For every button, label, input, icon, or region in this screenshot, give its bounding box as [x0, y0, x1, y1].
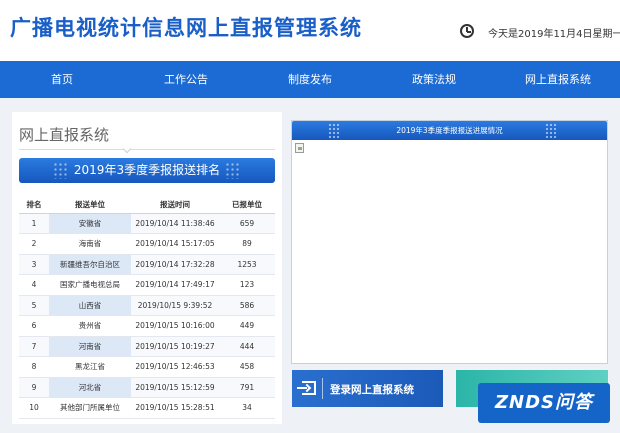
- cell-time: 2019/10/14 15:17:05: [131, 233, 219, 255]
- cell-count: 586: [219, 295, 275, 316]
- nav-item-home[interactable]: 首页: [0, 61, 124, 98]
- title-divider: [19, 149, 275, 150]
- ranking-table: 排名 报送单位 报送时间 已报单位 1 安徽省 2019/10/14 11:38:4…: [19, 196, 275, 419]
- cell-rank: 7: [19, 336, 49, 357]
- column-header-count: 已报单位: [219, 196, 275, 214]
- progress-panel-header: 2019年3季度季报报送进展情况: [292, 121, 607, 140]
- cell-rank: 10: [19, 397, 49, 419]
- login-button-label: 登录网上直报系统: [330, 384, 414, 396]
- cell-count: 89: [219, 233, 275, 255]
- column-header-time: 报送时间: [131, 196, 219, 214]
- dots-decoration-icon: [53, 162, 69, 179]
- table-row: 9 河北省 2019/10/15 15:12:59 791: [19, 377, 275, 398]
- broken-image-icon: [295, 143, 304, 153]
- progress-panel: 2019年3季度季报报送进展情况: [291, 120, 608, 364]
- cell-count: 34: [219, 397, 275, 419]
- table-row: 5 山西省 2019/10/15 9:39:52 586: [19, 295, 275, 316]
- progress-panel-title: 2019年3季度季报报送进展情况: [396, 126, 503, 135]
- cell-count: 791: [219, 377, 275, 398]
- table-row: 6 贵州省 2019/10/15 10:16:00 449: [19, 315, 275, 337]
- dots-decoration-icon: [225, 162, 241, 179]
- ranking-banner: 2019年3季度季报报送排名: [19, 158, 275, 183]
- cell-rank: 8: [19, 356, 49, 378]
- table-row: 2 海南省 2019/10/14 15:17:05 89: [19, 233, 275, 255]
- table-row: 8 黑龙江省 2019/10/15 12:46:53 458: [19, 356, 275, 378]
- cell-rank: 4: [19, 274, 49, 296]
- table-row: 1 安徽省 2019/10/14 11:38:46 659: [19, 213, 275, 234]
- login-online-report-button[interactable]: 登录网上直报系统: [292, 370, 443, 407]
- ranking-panel: 网上直报系统 2019年3季度季报报送排名 排名 报送单位 报送时间 已报单位 …: [12, 112, 282, 424]
- cell-count: 458: [219, 356, 275, 378]
- table-header-row: 排名 报送单位 报送时间 已报单位: [19, 196, 275, 214]
- cell-time: 2019/10/14 17:32:28: [131, 254, 219, 275]
- cell-rank: 3: [19, 254, 49, 275]
- cell-time: 2019/10/14 17:49:17: [131, 274, 219, 296]
- nav-item-announcements[interactable]: 工作公告: [124, 61, 248, 98]
- cell-time: 2019/10/15 15:28:51: [131, 397, 219, 419]
- cell-time: 2019/10/14 11:38:46: [131, 213, 219, 234]
- nav-item-policies[interactable]: 政策法规: [372, 61, 496, 98]
- login-icon: [297, 381, 316, 395]
- cell-time: 2019/10/15 9:39:52: [131, 295, 219, 316]
- column-header-rank: 排名: [19, 196, 49, 214]
- cell-rank: 9: [19, 377, 49, 398]
- table-row: 10 其他部门所属单位 2019/10/15 15:28:51 34: [19, 397, 275, 419]
- cell-unit: 河南省: [49, 336, 131, 357]
- column-header-unit: 报送单位: [49, 196, 131, 214]
- cell-count: 659: [219, 213, 275, 234]
- dots-decoration-icon: [545, 123, 557, 138]
- ranking-banner-label: 2019年3季度季报报送排名: [73, 163, 221, 177]
- cell-count: 449: [219, 315, 275, 337]
- current-date: 今天是2019年11月4日星期一: [488, 29, 620, 40]
- cell-time: 2019/10/15 15:12:59: [131, 377, 219, 398]
- clock-icon: [460, 24, 474, 38]
- cell-unit: 河北省: [49, 377, 131, 398]
- nav-item-regulations[interactable]: 制度发布: [248, 61, 372, 98]
- cell-rank: 2: [19, 233, 49, 255]
- table-row: 4 国家广播电视总局 2019/10/14 17:49:17 123: [19, 274, 275, 296]
- cell-count: 444: [219, 336, 275, 357]
- cell-rank: 1: [19, 213, 49, 234]
- cell-unit: 安徽省: [49, 213, 131, 234]
- dots-decoration-icon: [328, 123, 340, 138]
- table-row: 7 河南省 2019/10/15 10:19:27 444: [19, 336, 275, 357]
- cell-unit: 山西省: [49, 295, 131, 316]
- cell-unit: 海南省: [49, 233, 131, 255]
- watermark-logo: ZNDS问答: [478, 383, 610, 423]
- cell-rank: 6: [19, 315, 49, 337]
- cell-unit: 贵州省: [49, 315, 131, 337]
- cell-time: 2019/10/15 10:16:00: [131, 315, 219, 337]
- cell-time: 2019/10/15 10:19:27: [131, 336, 219, 357]
- table-row: 3 新疆维吾尔自治区 2019/10/14 17:32:28 1253: [19, 254, 275, 275]
- cell-rank: 5: [19, 295, 49, 316]
- cell-unit: 新疆维吾尔自治区: [49, 254, 131, 275]
- cell-unit: 其他部门所属单位: [49, 397, 131, 419]
- cell-unit: 国家广播电视总局: [49, 274, 131, 296]
- cell-count: 1253: [219, 254, 275, 275]
- section-title: 网上直报系统: [19, 126, 110, 144]
- site-title: 广播电视统计信息网上直报管理系统: [10, 16, 362, 40]
- button-divider: [322, 378, 323, 399]
- header: 广播电视统计信息网上直报管理系统 今天是2019年11月4日星期一: [0, 0, 620, 61]
- cell-time: 2019/10/15 12:46:53: [131, 356, 219, 378]
- cell-unit: 黑龙江省: [49, 356, 131, 378]
- nav-item-online-report[interactable]: 网上直报系统: [496, 61, 620, 98]
- cell-count: 123: [219, 274, 275, 296]
- main-nav: 首页 工作公告 制度发布 政策法规 网上直报系统: [0, 61, 620, 98]
